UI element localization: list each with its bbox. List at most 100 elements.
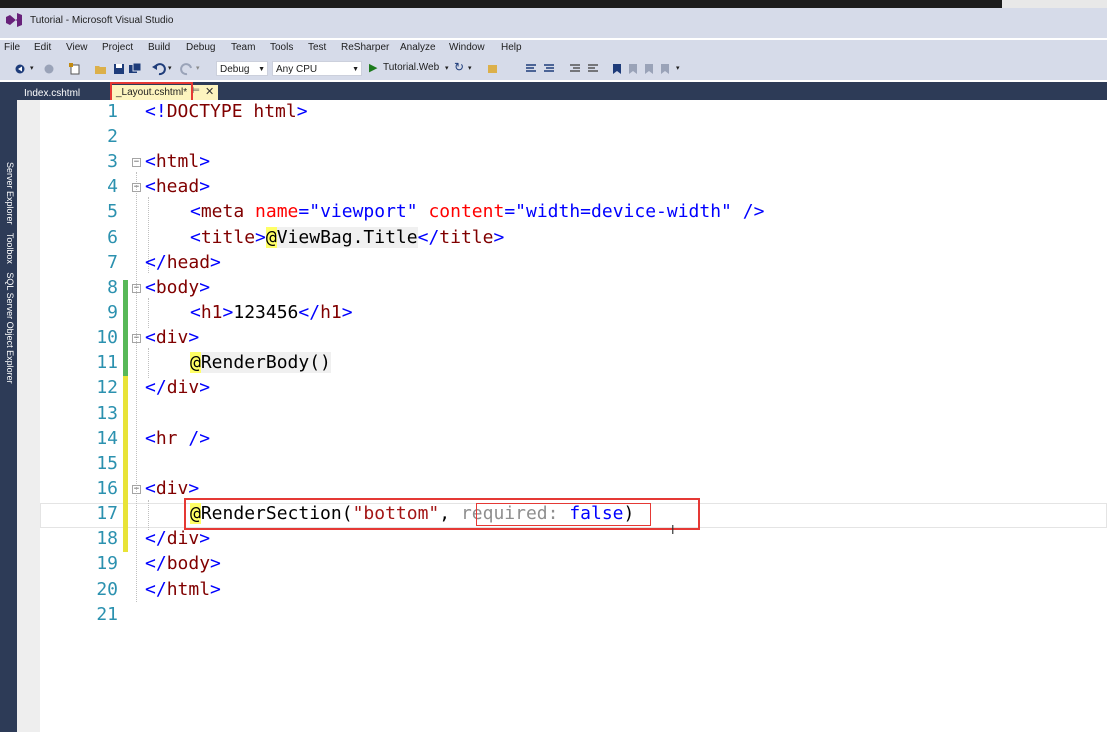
refresh-icon[interactable]: ↻ (454, 60, 464, 74)
solution-platform-select[interactable]: Any CPU ▼ (272, 61, 362, 76)
razor-at-token: @ (190, 352, 201, 373)
undo-icon[interactable] (152, 62, 166, 76)
run-icon[interactable]: ▶ (369, 61, 377, 75)
token: head (166, 252, 211, 273)
code-line-10[interactable]: <div> (145, 327, 199, 348)
token: div (166, 377, 200, 398)
toolbar-overflow-icon[interactable]: ▾ (676, 64, 680, 78)
code-line-3[interactable]: <html> (145, 151, 210, 172)
token: > (210, 252, 221, 273)
clear-bookmarks-icon[interactable] (658, 62, 672, 76)
run-target-button[interactable]: Tutorial.Web (383, 62, 439, 76)
code-line-18[interactable]: </div> (145, 528, 210, 549)
code-line-12[interactable]: </div> (145, 377, 210, 398)
menu-view[interactable]: View (66, 42, 88, 53)
code-line-20[interactable]: </html> (145, 579, 221, 600)
token: head (155, 176, 200, 197)
back-icon[interactable] (14, 62, 28, 76)
comment-icon[interactable] (524, 62, 538, 76)
indent-icon[interactable] (568, 62, 582, 76)
undo-dropdown-icon[interactable]: ▾ (168, 64, 172, 78)
menu-analyze[interactable]: Analyze (400, 42, 436, 53)
menu-team[interactable]: Team (231, 42, 255, 53)
token: </ (145, 553, 167, 574)
outdent-icon[interactable] (586, 62, 600, 76)
browser-link-icon[interactable] (486, 62, 500, 76)
prev-bookmark-icon[interactable] (626, 62, 640, 76)
menu-edit[interactable]: Edit (34, 42, 51, 53)
refresh-dropdown-icon[interactable]: ▾ (468, 64, 472, 78)
indent-guide (148, 298, 149, 328)
code-line-7[interactable]: </head> (145, 252, 221, 273)
token: div (155, 327, 189, 348)
collapse-icon[interactable]: − (132, 334, 141, 343)
menu-tools[interactable]: Tools (270, 42, 293, 53)
code-line-14[interactable]: <hr /> (145, 428, 210, 449)
token: > (296, 101, 308, 122)
token: > (188, 327, 200, 348)
token: h1 (320, 302, 342, 323)
save-all-icon[interactable] (128, 62, 142, 76)
pin-icon[interactable]: ⊨ (192, 86, 200, 96)
code-line-6[interactable]: <title>@ViewBag.Title</title> (190, 227, 504, 248)
token: title (200, 227, 256, 248)
menu-file[interactable]: File (4, 42, 20, 53)
redo-icon[interactable] (180, 62, 194, 76)
code-line-9[interactable]: <h1>123456</h1> (190, 302, 353, 323)
menu-debug[interactable]: Debug (186, 42, 215, 53)
forward-icon[interactable] (42, 62, 56, 76)
token: < (145, 277, 156, 298)
line-number: 2 (107, 126, 118, 147)
token: body (155, 277, 200, 298)
line-number: 18 (96, 528, 118, 549)
code-line-1[interactable]: <!DOCTYPE html> (145, 101, 308, 122)
menu-help[interactable]: Help (501, 42, 522, 53)
token: "viewport" (309, 201, 418, 222)
bookmark-icon[interactable] (610, 62, 624, 76)
line-number: 11 (96, 352, 118, 373)
razor-at-token: @ (265, 227, 277, 248)
code-line-19[interactable]: </body> (145, 553, 221, 574)
close-icon[interactable]: ✕ (205, 85, 214, 98)
token: > (210, 579, 221, 600)
change-bar-unsaved (123, 376, 128, 552)
menu-build[interactable]: Build (148, 42, 170, 53)
line-number: 19 (96, 553, 118, 574)
menu-resharper[interactable]: ReSharper (341, 42, 389, 53)
menu-window[interactable]: Window (449, 42, 485, 53)
menu-test[interactable]: Test (308, 42, 326, 53)
back-dropdown-icon[interactable]: ▾ (30, 64, 34, 78)
sidebar-item-sql-server-object-explorer[interactable]: SQL Server Object Explorer (5, 272, 15, 383)
sidebar-item-server-explorer[interactable]: Server Explorer (5, 162, 15, 225)
html-scope-guide (136, 172, 137, 602)
line-number: 17 (96, 503, 118, 524)
redo-dropdown-icon[interactable]: ▾ (196, 64, 200, 78)
sidebar-item-toolbox[interactable]: Toolbox (5, 233, 15, 264)
token: ViewBag.Title (276, 227, 418, 248)
open-file-icon[interactable] (94, 62, 108, 76)
code-line-16[interactable]: <div> (145, 478, 199, 499)
token: 123456 (233, 302, 299, 323)
menu-project[interactable]: Project (102, 42, 133, 53)
token: div (155, 478, 189, 499)
code-line-5[interactable]: <meta name="viewport" content="width=dev… (190, 201, 764, 222)
code-line-8[interactable]: <body> (145, 277, 210, 298)
save-icon[interactable] (112, 62, 126, 76)
code-line-4[interactable]: <head> (145, 176, 210, 197)
collapse-icon[interactable]: − (132, 183, 141, 192)
token: > (188, 478, 200, 499)
collapse-icon[interactable]: − (132, 284, 141, 293)
token: content (417, 201, 505, 222)
parameter-hint-box (476, 503, 651, 526)
format-icon[interactable] (542, 62, 556, 76)
token: < (145, 478, 156, 499)
solution-config-select[interactable]: Debug ▼ (216, 61, 268, 76)
collapse-icon[interactable]: − (132, 485, 141, 494)
run-dropdown-icon[interactable]: ▾ (445, 64, 449, 78)
collapse-icon[interactable]: − (132, 158, 141, 167)
token: /> (731, 201, 765, 222)
code-line-11[interactable]: @RenderBody() (190, 352, 331, 373)
next-bookmark-icon[interactable] (642, 62, 656, 76)
new-project-icon[interactable] (68, 62, 82, 76)
tab-index-cshtml[interactable]: Index.cshtml (24, 88, 80, 99)
